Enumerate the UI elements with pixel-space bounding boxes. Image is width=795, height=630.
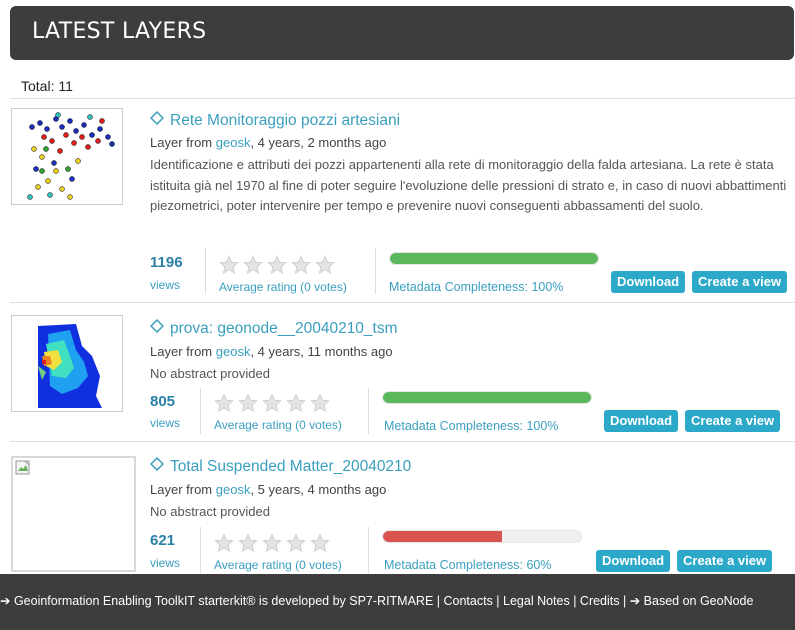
completeness-bar: [382, 391, 592, 404]
divider: [10, 441, 795, 442]
star-icon[interactable]: [262, 393, 282, 413]
separator: [200, 527, 201, 573]
completeness-bar: [389, 252, 599, 265]
download-button[interactable]: Download: [596, 550, 671, 572]
separator: [205, 248, 206, 294]
raster-map-image: [12, 316, 122, 411]
layer-abstract: No abstract provided: [150, 366, 270, 381]
separator: [200, 388, 201, 434]
diamond-icon: [149, 318, 165, 338]
completeness-label: Metadata Completeness: 100%: [389, 280, 564, 294]
separator: [368, 527, 369, 573]
layer-title: Rete Monitoraggio pozzi artesiani: [170, 112, 401, 129]
star-icon[interactable]: [214, 393, 234, 413]
layer-abstract: Identificazione e attributi dei pozzi ap…: [150, 157, 787, 213]
layer-title: Total Suspended Matter_20040210: [170, 458, 412, 475]
views-label: views: [150, 556, 181, 570]
layer-title-link[interactable]: Rete Monitoraggio pozzi artesiani: [149, 110, 401, 130]
completeness-bar-fill: [383, 531, 502, 542]
completeness-label: Metadata Completeness: 60%: [384, 558, 552, 572]
download-button[interactable]: Download: [604, 410, 679, 432]
broken-image-icon: [15, 460, 30, 475]
download-button[interactable]: Download: [611, 271, 686, 293]
star-icon[interactable]: [291, 255, 311, 275]
footer-text[interactable]: ➔ Geoinformation Enabling ToolkIT starte…: [0, 593, 753, 608]
rating-label: Average rating (0 votes): [214, 418, 342, 432]
create-view-button[interactable]: Create a view: [685, 410, 781, 432]
rating-label: Average rating (0 votes): [214, 558, 342, 572]
layer-meta: Layer from geosk, 4 years, 2 months ago: [150, 135, 387, 150]
page-footer: ➔ Geoinformation Enabling ToolkIT starte…: [0, 574, 795, 630]
star-icon[interactable]: [214, 533, 234, 553]
completeness-bar-fill: [390, 253, 598, 264]
views-count: 805: [150, 393, 176, 410]
star-icon[interactable]: [315, 255, 335, 275]
views-label: views: [150, 278, 181, 292]
total-count: Total: 11: [21, 78, 73, 94]
section-title: LATEST LAYERS: [32, 19, 207, 44]
layer-thumbnail[interactable]: [11, 456, 136, 572]
views-count: 1196: [150, 254, 183, 271]
owner-link[interactable]: geosk: [216, 344, 251, 359]
layer-title-link[interactable]: Total Suspended Matter_20040210: [149, 456, 412, 476]
star-icon[interactable]: [262, 533, 282, 553]
divider: [10, 302, 795, 303]
owner-link[interactable]: geosk: [216, 482, 251, 497]
separator: [375, 248, 376, 294]
create-view-button[interactable]: Create a view: [677, 550, 773, 572]
star-icon[interactable]: [267, 255, 287, 275]
star-icon[interactable]: [243, 255, 263, 275]
create-view-button[interactable]: Create a view: [692, 271, 788, 293]
rating-label: Average rating (0 votes): [219, 280, 347, 294]
layer-title: prova: geonode__20040210_tsm: [170, 320, 398, 337]
rating-stars[interactable]: [214, 393, 330, 413]
layer-meta: Layer from geosk, 5 years, 4 months ago: [150, 482, 387, 497]
diamond-icon: [149, 456, 165, 476]
layer-abstract: No abstract provided: [150, 504, 270, 519]
star-icon[interactable]: [286, 393, 306, 413]
star-icon[interactable]: [238, 533, 258, 553]
completeness-bar-fill: [383, 392, 591, 403]
owner-link[interactable]: geosk: [216, 135, 251, 150]
completeness-bar: [382, 530, 582, 543]
separator: [368, 388, 369, 434]
rating-stars[interactable]: [214, 533, 330, 553]
points-map-image: [27, 112, 115, 200]
star-icon[interactable]: [219, 255, 239, 275]
views-label: views: [150, 416, 181, 430]
diamond-icon: [149, 110, 165, 130]
layer-thumbnail[interactable]: [11, 315, 123, 412]
completeness-label: Metadata Completeness: 100%: [384, 419, 559, 433]
star-icon[interactable]: [310, 533, 330, 553]
divider: [10, 98, 795, 99]
section-header: LATEST LAYERS: [10, 6, 794, 60]
rating-stars[interactable]: [219, 255, 335, 275]
layer-thumbnail[interactable]: [11, 108, 123, 205]
views-count: 621: [150, 532, 176, 549]
star-icon[interactable]: [286, 533, 306, 553]
layer-title-link[interactable]: prova: geonode__20040210_tsm: [149, 318, 398, 338]
star-icon[interactable]: [310, 393, 330, 413]
star-icon[interactable]: [238, 393, 258, 413]
layer-meta: Layer from geosk, 4 years, 11 months ago: [150, 344, 393, 359]
